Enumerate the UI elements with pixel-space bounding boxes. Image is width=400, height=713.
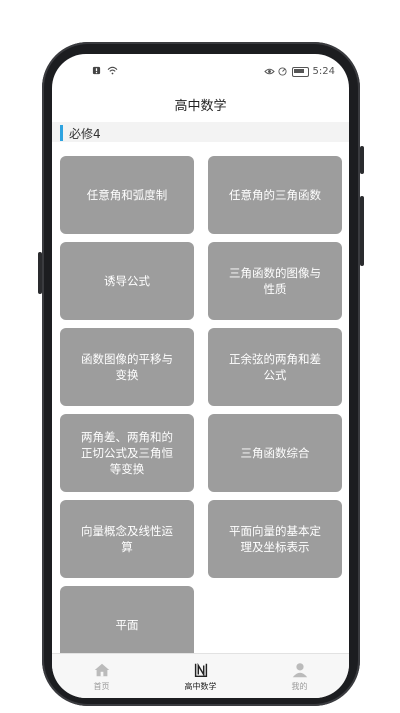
battery-icon	[291, 66, 309, 77]
nav-math[interactable]: 高中数学	[161, 661, 241, 692]
volume-button	[38, 252, 42, 294]
notification-icon	[92, 66, 102, 75]
topic-grid: 任意角和弧度制 任意角的三角函数 诱导公式 三角函数的图像与性质 函数图像的平移…	[60, 156, 342, 664]
bottom-nav: 首页 高中数学 我的	[52, 653, 349, 698]
section-label: 必修4	[69, 126, 101, 141]
topic-card[interactable]: 函数图像的平移与变换	[60, 328, 194, 406]
nav-math-label: 高中数学	[184, 681, 217, 691]
topic-card[interactable]: 正余弦的两角和差公式	[208, 328, 342, 406]
topic-card[interactable]: 向量概念及线性运算	[60, 500, 194, 578]
topic-card[interactable]: 三角函数的图像与性质	[208, 242, 342, 320]
topic-card[interactable]: 两角差、两角和的正切公式及三角恒等变换	[60, 414, 194, 492]
nav-home[interactable]: 首页	[62, 661, 142, 692]
nav-profile-label: 我的	[291, 681, 308, 691]
topic-card[interactable]: 任意角和弧度制	[60, 156, 194, 234]
side-button	[360, 146, 364, 174]
nav-home-label: 首页	[93, 681, 110, 691]
topic-card[interactable]: 任意角的三角函数	[208, 156, 342, 234]
page-title: 高中数学	[174, 99, 227, 114]
section-title: 必修4	[60, 124, 101, 142]
eye-icon	[263, 67, 275, 76]
wifi-icon	[107, 66, 118, 75]
status-bar: 5:24	[52, 54, 349, 92]
user-icon	[292, 662, 307, 677]
power-button	[360, 196, 364, 266]
home-icon	[94, 663, 109, 676]
section-accent	[60, 125, 63, 141]
topic-card[interactable]: 三角函数综合	[208, 414, 342, 492]
speed-icon	[277, 67, 288, 76]
topic-card[interactable]: 诱导公式	[60, 242, 194, 320]
book-icon	[194, 662, 207, 677]
nav-profile[interactable]: 我的	[260, 661, 340, 692]
topic-card[interactable]: 平面向量的基本定理及坐标表示	[208, 500, 342, 578]
status-time: 5:24	[312, 66, 335, 77]
screen: 5:24 高中数学 必修4 任意角和弧度制 任意角的三角函数 诱导公式 三角函数…	[52, 54, 349, 698]
